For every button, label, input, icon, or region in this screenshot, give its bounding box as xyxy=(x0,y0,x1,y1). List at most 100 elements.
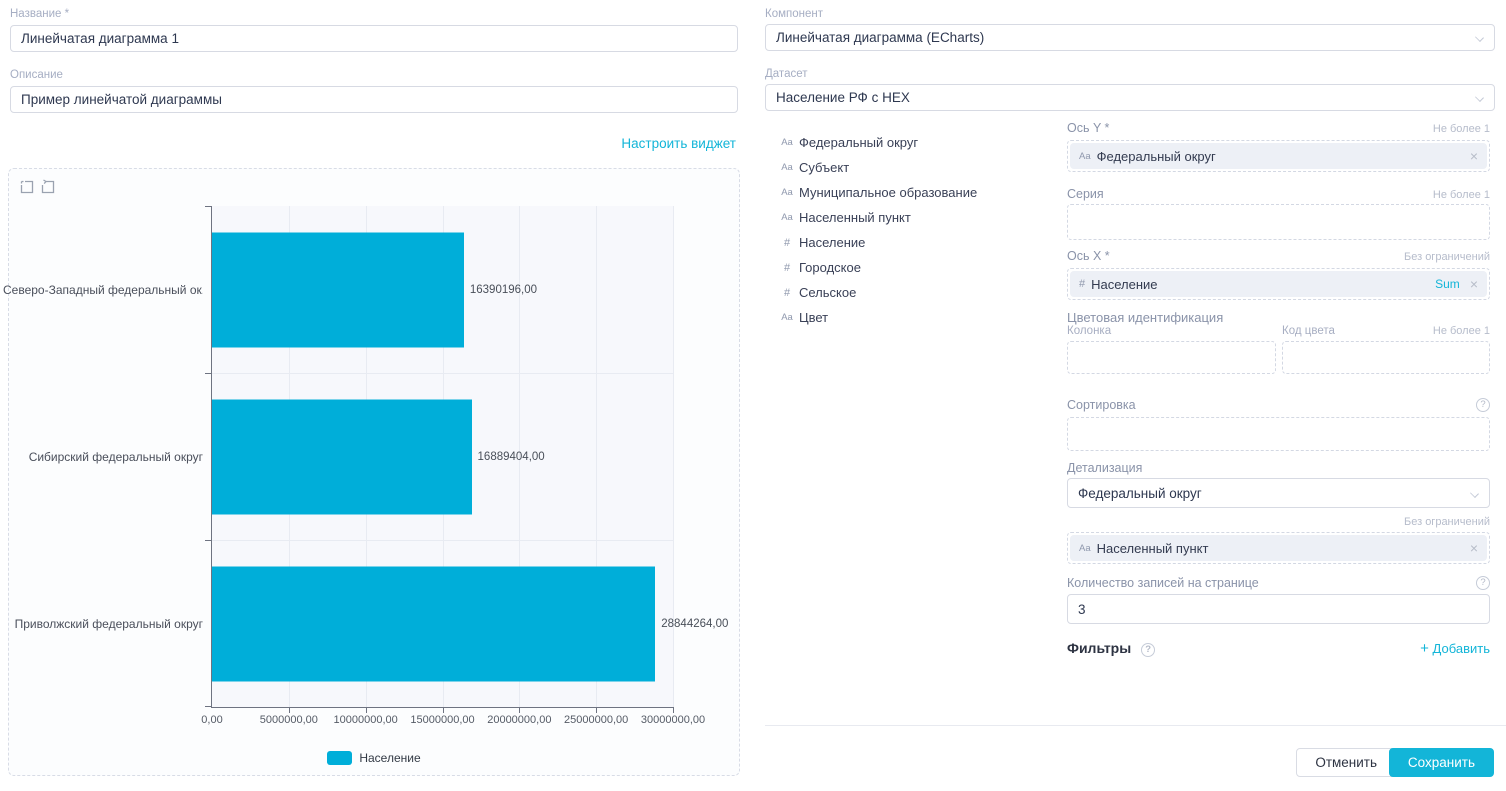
configure-widget-link[interactable]: Настроить виджет xyxy=(621,136,736,151)
x-tick-label: 30000000,00 xyxy=(641,714,705,726)
remove-icon[interactable]: × xyxy=(1470,541,1478,555)
data-binding-panel: Компонент Линейчатая диаграмма (ECharts)… xyxy=(765,0,1495,791)
detail-label: Детализация xyxy=(1067,461,1142,475)
dataset-field[interactable]: AaСубъект xyxy=(778,155,1048,180)
axis-x-chip[interactable]: # Население Sum × xyxy=(1070,271,1487,297)
description-label: Описание xyxy=(10,69,738,81)
help-icon[interactable]: ? xyxy=(1141,643,1155,657)
dataset-fields: AaФедеральный округAaСубъектAaМуниципаль… xyxy=(778,130,1048,330)
axis-y-chip[interactable]: Aa Федеральный округ × xyxy=(1070,143,1487,169)
color-column-dropzone[interactable] xyxy=(1067,341,1276,374)
filters-label: Фильтры xyxy=(1067,640,1131,656)
sorting-dropzone[interactable] xyxy=(1067,417,1490,451)
x-tick-label: 0,00 xyxy=(201,714,222,726)
x-tick-label: 10000000,00 xyxy=(334,714,398,726)
x-tick-label: 5000000,00 xyxy=(260,714,318,726)
x-tick-label: 25000000,00 xyxy=(564,714,628,726)
number-field-icon: # xyxy=(778,262,796,274)
name-label: Название * xyxy=(10,8,738,20)
save-button[interactable]: Сохранить xyxy=(1389,748,1494,777)
x-tick-label: 15000000,00 xyxy=(410,714,474,726)
legend-label: Население xyxy=(359,751,420,765)
x-axis-tick xyxy=(289,707,290,713)
category-label: Северо-Западный федеральный ок... xyxy=(3,283,203,297)
y-axis-tick xyxy=(205,206,212,207)
bar[interactable] xyxy=(212,399,472,514)
detail-select[interactable]: Федеральный округ xyxy=(1067,478,1490,508)
remove-icon[interactable]: × xyxy=(1470,277,1478,291)
chart-band: Сибирский федеральный округ16889404,00 xyxy=(212,373,673,540)
help-icon[interactable]: ? xyxy=(1476,398,1490,412)
y-axis-tick xyxy=(205,706,212,707)
number-field-icon: # xyxy=(778,237,796,249)
dataset-field[interactable]: AaМуниципальное образование xyxy=(778,180,1048,205)
chevron-down-icon xyxy=(1470,489,1479,498)
axis-y-label: Ось Y * xyxy=(1067,121,1109,135)
sorting-label: Сортировка xyxy=(1067,398,1136,412)
axis-x-dropzone[interactable]: # Население Sum × xyxy=(1067,268,1490,300)
chart-band: Приволжский федеральный округ28844264,00 xyxy=(212,540,673,707)
bindings-column: Ось Y * Не более 1 Aa Федеральный округ … xyxy=(1067,0,1490,791)
restore-icon[interactable] xyxy=(40,179,56,195)
plus-icon: + xyxy=(1420,640,1429,657)
page-size-input[interactable] xyxy=(1067,594,1490,624)
value-label: 28844264,00 xyxy=(661,618,728,630)
text-field-icon: Aa xyxy=(778,312,796,323)
x-axis-tick xyxy=(443,707,444,713)
color-column-label: Колонка xyxy=(1067,325,1111,337)
x-axis-tick xyxy=(673,707,674,713)
field-label: Городское xyxy=(799,260,861,275)
dataset-field[interactable]: #Население xyxy=(778,230,1048,255)
cancel-button[interactable]: Отменить xyxy=(1296,748,1396,777)
name-input[interactable] xyxy=(10,25,738,52)
color-identification-label: Цветовая идентификация xyxy=(1067,310,1223,325)
bar[interactable] xyxy=(212,566,655,681)
data-zoom-icon[interactable] xyxy=(19,179,35,195)
aggregation-badge[interactable]: Sum xyxy=(1435,277,1460,291)
y-axis-tick xyxy=(205,373,212,374)
page-size-label: Количество записей на странице xyxy=(1067,576,1259,590)
text-field-icon: Aa xyxy=(778,162,796,173)
component-value: Линейчатая диаграмма (ECharts) xyxy=(776,30,984,45)
value-label: 16889404,00 xyxy=(478,451,545,463)
field-label: Сельское xyxy=(799,285,856,300)
x-axis-tick xyxy=(519,707,520,713)
help-icon[interactable]: ? xyxy=(1476,576,1490,590)
detail-value: Федеральный округ xyxy=(1078,486,1202,501)
add-filter-button[interactable]: + Добавить xyxy=(1420,640,1490,657)
dataset-field[interactable]: #Городское xyxy=(778,255,1048,280)
text-field-icon: Aa xyxy=(1079,151,1091,162)
series-dropzone[interactable] xyxy=(1067,204,1490,240)
dataset-field[interactable]: AaНаселенный пункт xyxy=(778,205,1048,230)
description-input[interactable] xyxy=(10,86,738,113)
number-field-icon: # xyxy=(1079,278,1085,290)
bar-chart-plot[interactable]: 0,005000000,0010000000,0015000000,002000… xyxy=(211,206,673,708)
chart-legend[interactable]: Население xyxy=(9,751,739,765)
field-label: Население xyxy=(799,235,865,250)
chip-label: Федеральный округ xyxy=(1097,149,1216,164)
series-label: Серия xyxy=(1067,187,1104,201)
remove-icon[interactable]: × xyxy=(1470,149,1478,163)
detail-dropzone[interactable]: Aa Населенный пункт × xyxy=(1067,532,1490,564)
chip-label: Население xyxy=(1091,277,1157,292)
dataset-field[interactable]: AaЦвет xyxy=(778,305,1048,330)
field-label: Населенный пункт xyxy=(799,210,911,225)
dataset-field[interactable]: #Сельское xyxy=(778,280,1048,305)
value-label: 16390196,00 xyxy=(470,284,537,296)
widget-settings-panel: Название * Описание Настроить виджет xyxy=(10,8,738,153)
dataset-value: Население РФ с HEX xyxy=(776,90,910,105)
dataset-field[interactable]: AaФедеральный округ xyxy=(778,130,1048,155)
category-label: Приволжский федеральный округ xyxy=(3,617,203,631)
axis-y-dropzone[interactable]: Aa Федеральный округ × xyxy=(1067,140,1490,172)
gridline xyxy=(673,206,674,707)
text-field-icon: Aa xyxy=(1079,543,1091,554)
bar[interactable] xyxy=(212,232,464,347)
color-code-dropzone[interactable] xyxy=(1282,341,1490,374)
field-label: Цвет xyxy=(799,310,828,325)
axis-x-limit: Без ограничений xyxy=(1404,251,1490,263)
dataset-label: Датасет xyxy=(765,68,808,80)
detail-chip[interactable]: Aa Населенный пункт × xyxy=(1070,535,1487,561)
chart-band: Северо-Западный федеральный ок...1639019… xyxy=(212,206,673,373)
number-field-icon: # xyxy=(778,287,796,299)
series-limit: Не более 1 xyxy=(1433,189,1490,201)
